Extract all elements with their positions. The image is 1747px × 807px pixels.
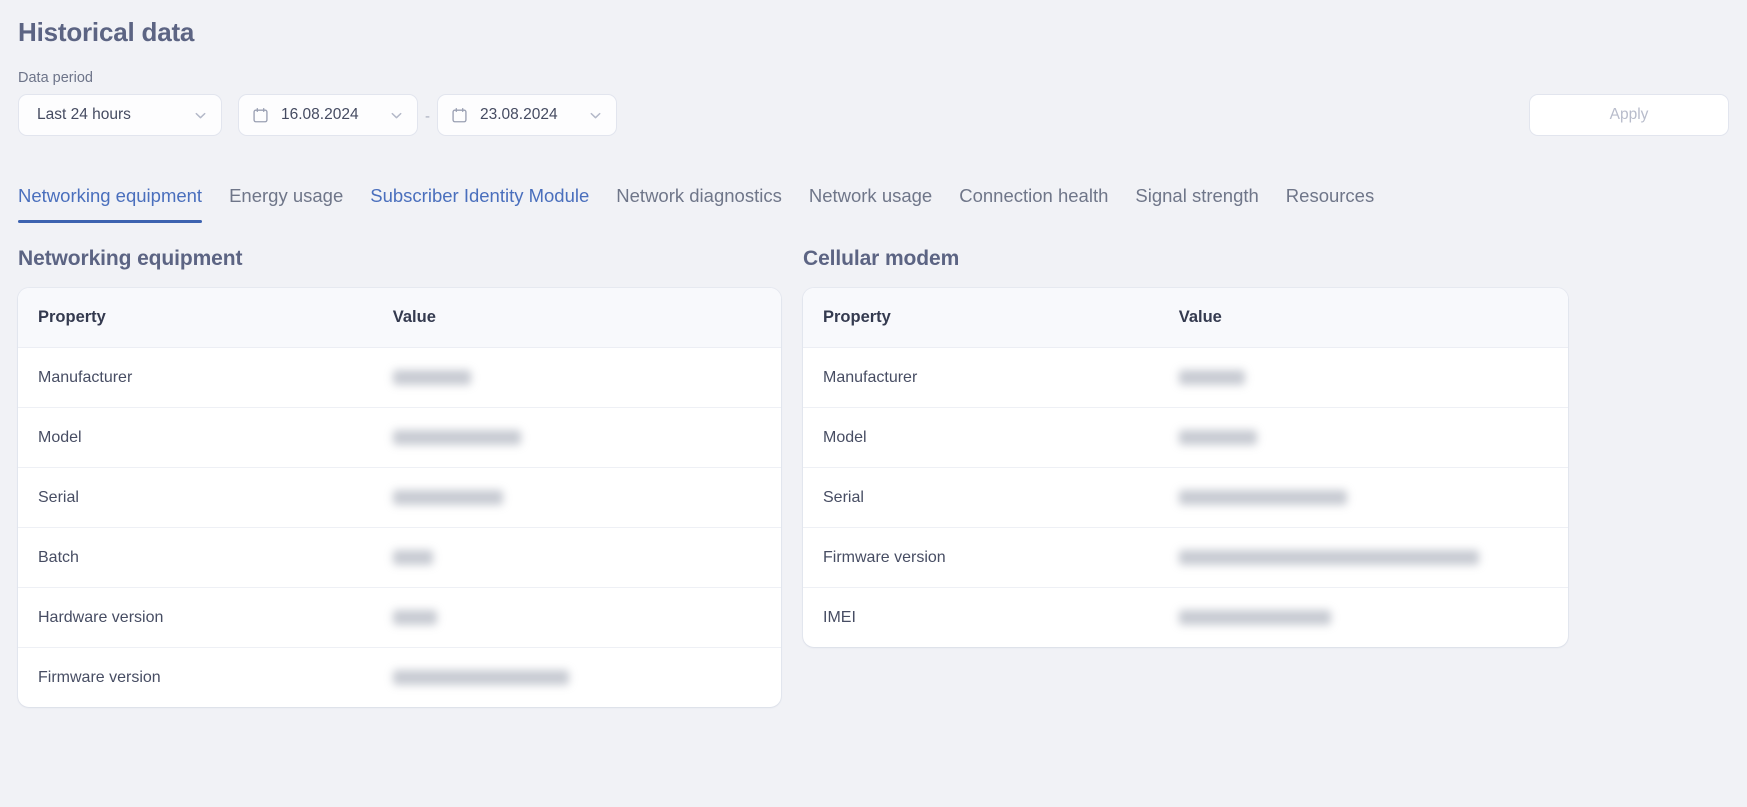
chevron-down-icon bbox=[391, 112, 402, 118]
data-period-select[interactable]: Last 24 hours bbox=[18, 94, 222, 136]
table-card: Property Value Manufacturer Model Serial Firm… bbox=[803, 288, 1568, 647]
table-row: Manufacturer bbox=[803, 347, 1568, 408]
tab-subscriber-identity-module[interactable]: Subscriber Identity Module bbox=[370, 184, 589, 223]
tab-networking-equipment[interactable]: Networking equipment bbox=[18, 184, 203, 223]
redacted-value bbox=[392, 370, 471, 386]
redacted-value bbox=[1178, 550, 1479, 566]
column-header-property: Property bbox=[803, 288, 1159, 348]
value-cell bbox=[1158, 467, 1568, 528]
table-row: Serial bbox=[18, 467, 781, 528]
table-card: Property Value Manufacturer Model Serial Batc… bbox=[18, 288, 781, 707]
properties-table: Property Value Manufacturer Model Serial Firm… bbox=[803, 288, 1568, 647]
property-cell: IMEI bbox=[823, 609, 856, 626]
redacted-value bbox=[392, 610, 437, 626]
value-cell bbox=[1158, 347, 1568, 408]
date-to-picker[interactable]: 23.08.2024 bbox=[437, 94, 617, 136]
chevron-down-icon bbox=[590, 112, 601, 118]
panel-cellular-modem: Cellular modem Property Value Manufacturer M… bbox=[803, 245, 1568, 707]
calendar-icon bbox=[253, 107, 268, 122]
table-row: Firmware version bbox=[18, 648, 781, 708]
redacted-value bbox=[392, 430, 521, 446]
table-row: Model bbox=[18, 407, 781, 468]
properties-table: Property Value Manufacturer Model Serial Batc… bbox=[18, 288, 781, 707]
tab-network-usage[interactable]: Network usage bbox=[809, 184, 932, 223]
column-header-value: Value bbox=[1158, 288, 1568, 348]
table-header-row: Property Value bbox=[18, 288, 781, 348]
property-cell: Manufacturer bbox=[803, 347, 1159, 408]
table-row: IMEI bbox=[803, 588, 1568, 648]
tab-energy-usage[interactable]: Energy usage bbox=[229, 184, 343, 223]
table-row: Hardware version bbox=[18, 587, 781, 648]
data-period-field: Data period Last 24 hours bbox=[18, 69, 222, 136]
redacted-value bbox=[1178, 610, 1331, 626]
section-title: Cellular modem bbox=[803, 247, 960, 270]
tab-resources[interactable]: Resources bbox=[1286, 184, 1374, 223]
tab-network-diagnostics[interactable]: Network diagnostics bbox=[616, 184, 782, 223]
data-period-value: Last 24 hours bbox=[37, 106, 131, 123]
redacted-value bbox=[392, 550, 433, 566]
value-cell bbox=[372, 347, 781, 408]
redacted-value bbox=[392, 490, 503, 506]
section-title: Networking equipment bbox=[18, 247, 243, 270]
value-cell bbox=[1158, 407, 1568, 468]
date-range-separator: - bbox=[425, 108, 430, 125]
redacted-value bbox=[1178, 490, 1347, 506]
property-cell: Batch bbox=[18, 527, 373, 588]
table-row: Batch bbox=[18, 527, 781, 588]
table-header-row: Property Value bbox=[803, 288, 1568, 348]
tab-connection-health[interactable]: Connection health bbox=[959, 184, 1108, 223]
historical-data-page: Historical data Data period Last 24 hour… bbox=[0, 0, 1747, 807]
chevron-down-icon bbox=[195, 112, 206, 118]
date-from-picker[interactable]: 16.08.2024 bbox=[238, 94, 418, 136]
value-cell bbox=[372, 527, 781, 588]
value-cell bbox=[1159, 588, 1568, 648]
column-header-value: Value bbox=[372, 288, 781, 348]
property-cell: Firmware version bbox=[803, 527, 1159, 588]
column-header-property: Property bbox=[18, 288, 373, 348]
date-to-value: 23.08.2024 bbox=[480, 106, 558, 123]
table-row: Model bbox=[803, 407, 1568, 468]
property-cell: Serial bbox=[18, 467, 373, 528]
panel-columns: Networking equipment Property Value Manufac… bbox=[18, 245, 1729, 707]
date-from-value: 16.08.2024 bbox=[281, 106, 359, 123]
page-title: Historical data bbox=[18, 17, 195, 47]
property-cell: Model bbox=[803, 407, 1159, 468]
property-cell: Hardware version bbox=[18, 587, 373, 648]
table-row: Serial bbox=[803, 467, 1568, 528]
value-cell bbox=[372, 407, 781, 468]
property-cell: Serial bbox=[803, 467, 1159, 528]
property-cell: Manufacturer bbox=[18, 347, 373, 408]
calendar-icon bbox=[452, 107, 467, 122]
redacted-value bbox=[1178, 430, 1257, 446]
tab-bar: Networking equipment Energy usage Subscrib… bbox=[18, 180, 1729, 223]
redacted-value bbox=[392, 670, 569, 686]
filter-bar: Data period Last 24 hours 16.08.2024 - 2… bbox=[18, 70, 1729, 136]
table-row: Manufacturer bbox=[18, 347, 781, 408]
apply-button[interactable]: Apply bbox=[1529, 94, 1729, 136]
data-period-label: Data period bbox=[18, 70, 93, 86]
table-row: Firmware version bbox=[803, 527, 1568, 588]
tab-signal-strength[interactable]: Signal strength bbox=[1135, 184, 1258, 223]
value-cell bbox=[1158, 527, 1568, 588]
value-cell bbox=[373, 648, 781, 708]
value-cell bbox=[372, 467, 781, 528]
redacted-value bbox=[1178, 370, 1245, 386]
panel-networking-equipment: Networking equipment Property Value Manufac… bbox=[18, 245, 781, 707]
property-cell: Model bbox=[18, 407, 373, 468]
value-cell bbox=[372, 587, 781, 648]
property-cell: Firmware version bbox=[38, 669, 161, 686]
